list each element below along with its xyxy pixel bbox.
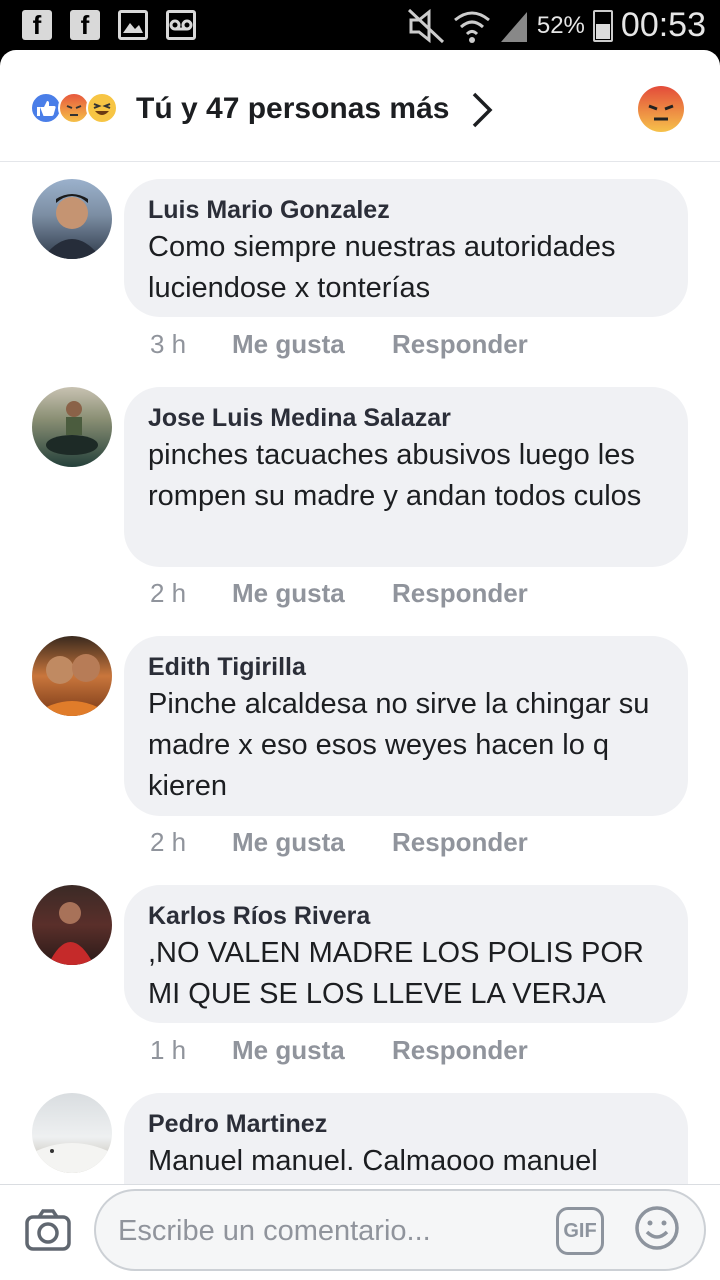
reaction-icons	[30, 92, 118, 124]
comments-sheet: Tú y 47 personas más Luis Mario Gonzalez…	[0, 50, 720, 1280]
comment-bubble[interactable]: Jose Luis Medina Salazar pinches tacuach…	[124, 387, 688, 567]
comment-bubble[interactable]: Karlos Ríos Rivera ,NO VALEN MADRE LOS P…	[124, 885, 688, 1023]
facebook-icon: f	[22, 10, 52, 40]
battery-percent: 52%	[536, 11, 585, 39]
reply-button[interactable]: Responder	[392, 1035, 528, 1066]
comment-text: Como siempre nuestras autoridades lucien…	[148, 231, 616, 304]
comment-list: Luis Mario Gonzalez Como siempre nuestra…	[0, 163, 720, 1185]
avatar[interactable]	[32, 179, 112, 259]
comment-composer: Escribe un comentario... GIF	[0, 1184, 720, 1280]
sticker-icon[interactable]	[634, 1205, 680, 1251]
comment-author[interactable]: Luis Mario Gonzalez	[148, 195, 664, 225]
battery-icon	[592, 9, 613, 42]
reply-button[interactable]: Responder	[392, 827, 528, 858]
like-button[interactable]: Me gusta	[232, 329, 392, 360]
gif-button[interactable]: GIF	[556, 1207, 604, 1255]
notification-icons: f f	[22, 10, 196, 40]
reply-button[interactable]: Responder	[392, 329, 528, 360]
haha-reaction-icon	[86, 92, 118, 124]
comment-text: pinches tacuaches abusivos luego les rom…	[148, 439, 642, 512]
mute-icon	[407, 8, 444, 43]
clock: 00:53	[620, 6, 706, 44]
comment-item: Karlos Ríos Rivera ,NO VALEN MADRE LOS P…	[0, 869, 720, 1077]
comment-author[interactable]: Edith Tigirilla	[148, 652, 664, 682]
facebook-icon: f	[70, 10, 100, 40]
avatar[interactable]	[32, 636, 112, 716]
comment-author[interactable]: Jose Luis Medina Salazar	[148, 403, 664, 433]
reply-button[interactable]: Responder	[392, 578, 528, 609]
comment-actions: 3 h Me gusta Responder	[150, 329, 528, 360]
comment-time: 3 h	[150, 329, 187, 359]
comment-time: 2 h	[150, 578, 187, 608]
chevron-right-icon[interactable]	[470, 90, 494, 130]
comment-bubble[interactable]: Pedro Martinez Manuel manuel. Calmaooo m…	[124, 1093, 688, 1185]
comment-text: ,NO VALEN MADRE LOS POLIS POR MI QUE SE …	[148, 937, 644, 1010]
comment-item: Pedro Martinez Manuel manuel. Calmaooo m…	[0, 1077, 720, 1185]
like-button[interactable]: Me gusta	[232, 1035, 392, 1066]
comment-bubble[interactable]: Luis Mario Gonzalez Como siempre nuestra…	[124, 179, 688, 317]
comment-text: Pinche alcaldesa no sirve la chingar su …	[148, 688, 650, 802]
comment-actions: 1 h Me gusta Responder	[150, 1035, 528, 1066]
avatar[interactable]	[32, 387, 112, 467]
camera-icon[interactable]	[24, 1207, 72, 1253]
comment-time: 1 h	[150, 1035, 187, 1065]
comment-time: 2 h	[150, 827, 187, 857]
comment-input-placeholder: Escribe un comentario...	[118, 1215, 431, 1247]
comment-item: Luis Mario Gonzalez Como siempre nuestra…	[0, 163, 720, 371]
reactions-summary[interactable]: Tú y 47 personas más	[136, 92, 449, 126]
comment-input[interactable]: Escribe un comentario... GIF	[94, 1189, 706, 1271]
comment-actions: 2 h Me gusta Responder	[150, 827, 528, 858]
voicemail-icon	[166, 10, 196, 40]
comment-item: Edith Tigirilla Pinche alcaldesa no sirv…	[0, 620, 720, 869]
comment-actions: 2 h Me gusta Responder	[150, 578, 528, 609]
comment-author[interactable]: Karlos Ríos Rivera	[148, 901, 664, 931]
gallery-icon	[118, 10, 148, 40]
wifi-icon	[453, 11, 490, 43]
comment-text: Manuel manuel. Calmaooo manuel	[148, 1145, 598, 1177]
like-button[interactable]: Me gusta	[232, 578, 392, 609]
reactions-header[interactable]: Tú y 47 personas más	[0, 50, 720, 162]
comment-author[interactable]: Pedro Martinez	[148, 1109, 664, 1139]
angry-reaction-button[interactable]	[638, 86, 684, 132]
comment-item: Jose Luis Medina Salazar pinches tacuach…	[0, 371, 720, 620]
status-bar: f f 52% 00:53	[0, 0, 720, 50]
avatar[interactable]	[32, 1093, 112, 1173]
signal-icon	[500, 11, 527, 42]
avatar[interactable]	[32, 885, 112, 965]
like-button[interactable]: Me gusta	[232, 827, 392, 858]
comment-bubble[interactable]: Edith Tigirilla Pinche alcaldesa no sirv…	[124, 636, 688, 816]
